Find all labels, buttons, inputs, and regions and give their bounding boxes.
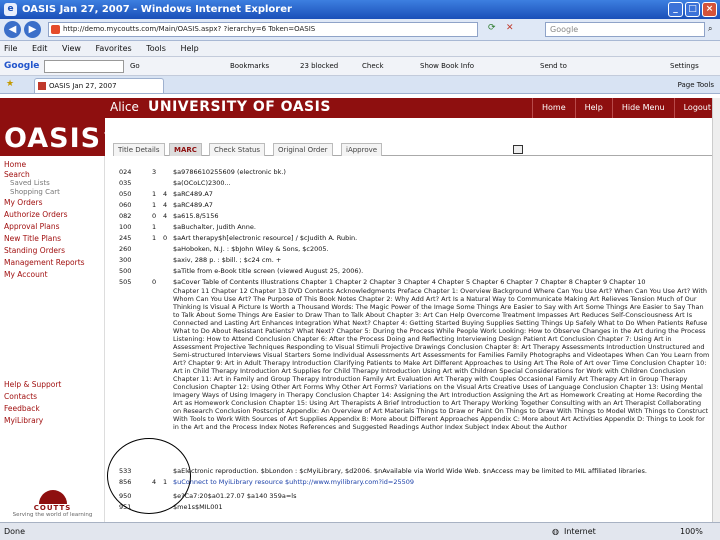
menu-file[interactable]: File <box>4 44 17 53</box>
tab-marc[interactable]: MARC <box>169 143 202 156</box>
sidebar: Home Search Saved Lists Shopping Cart My… <box>0 156 105 522</box>
sidebar-item-my-orders[interactable]: My Orders <box>4 198 43 207</box>
ie-icon: e <box>4 3 17 16</box>
tab-title-details[interactable]: Title Details <box>113 143 165 156</box>
back-arrow-icon[interactable]: ◀ <box>4 21 21 38</box>
search-icon[interactable]: ⌕ <box>708 24 712 34</box>
site-title: UNIVERSITY OF OASIS <box>148 99 331 115</box>
send-to-button[interactable]: Send to <box>540 57 567 75</box>
oasis-logo: OASIS TM <box>0 118 115 156</box>
tab-check-status[interactable]: Check Status <box>209 143 266 156</box>
address-bar: ◀ ▶ http://demo.mycoutts.com/Main/OASIS.… <box>0 19 720 41</box>
google-logo: Google <box>4 61 40 71</box>
vertical-scrollbar[interactable] <box>712 98 720 522</box>
search-input[interactable]: Google <box>545 22 705 37</box>
window-controls: _ □ × <box>668 2 717 17</box>
bookmarks-button[interactable]: Bookmarks <box>230 57 269 75</box>
google-toolbar: Google Go Bookmarks 23 blocked Check Sho… <box>0 57 720 76</box>
forward-arrow-icon[interactable]: ▶ <box>24 21 41 38</box>
favorites-star-icon[interactable]: ★ <box>6 79 14 89</box>
sidebar-item-search[interactable]: Search <box>4 170 30 179</box>
contents-note: Chapter 11 Chapter 12 Chapter 13 DVD Con… <box>173 287 710 431</box>
menu-help[interactable]: Help <box>180 44 198 53</box>
header-hide-menu-link[interactable]: Hide Menu <box>611 98 674 118</box>
tab-iapprove[interactable]: iApprove <box>341 143 383 156</box>
sidebar-contacts-link[interactable]: Contacts <box>4 392 37 401</box>
status-text: Done <box>4 527 26 536</box>
maximize-icon[interactable]: □ <box>685 2 700 17</box>
page-tools-menu[interactable]: Page Tools <box>678 79 714 91</box>
sidebar-item-home[interactable]: Home <box>4 160 26 169</box>
sidebar-feedback-link[interactable]: Feedback <box>4 404 40 413</box>
status-bar: Done ◍ Internet 100% <box>0 522 720 540</box>
zone-label: Internet <box>564 527 596 536</box>
header-help-link[interactable]: Help <box>574 98 612 118</box>
tab-original-order[interactable]: Original Order <box>273 143 333 156</box>
menu-tools[interactable]: Tools <box>146 44 166 53</box>
url-field[interactable]: http://demo.mycoutts.com/Main/OASIS.aspx… <box>48 22 478 37</box>
sidebar-item-approval-plans[interactable]: Approval Plans <box>4 222 60 231</box>
site-header: Alice UNIVERSITY OF OASIS Home Help Hide… <box>0 98 720 118</box>
coutts-logo: COUTTS Serving the world of learning <box>0 490 105 522</box>
user-name: Alice <box>110 100 139 114</box>
menu-view[interactable]: View <box>62 44 81 53</box>
sidebar-item-new-title-plans[interactable]: New Title Plans <box>4 234 61 243</box>
sidebar-item-saved-lists[interactable]: Saved Lists <box>10 179 50 187</box>
window-title: OASIS Jan 27, 2007 - Windows Internet Ex… <box>22 4 292 15</box>
settings-button[interactable]: Settings <box>670 57 699 75</box>
sidebar-item-my-account[interactable]: My Account <box>4 270 48 279</box>
highlight-circle <box>107 438 191 514</box>
browser-tab[interactable]: OASIS Jan 27, 2007 <box>34 78 164 93</box>
menu-edit[interactable]: Edit <box>32 44 48 53</box>
zoom-level[interactable]: 100% <box>680 523 703 540</box>
coutts-tagline: Serving the world of learning <box>12 512 93 518</box>
sidebar-item-standing-orders[interactable]: Standing Orders <box>4 246 65 255</box>
google-go-button[interactable]: Go <box>130 57 140 75</box>
menu-bar: File Edit View Favorites Tools Help <box>0 41 720 57</box>
coutts-mark-icon <box>38 490 67 504</box>
minimize-icon[interactable]: _ <box>668 2 683 17</box>
print-icon[interactable] <box>513 145 523 154</box>
close-icon[interactable]: × <box>702 2 717 17</box>
sidebar-item-shopping-cart[interactable]: Shopping Cart <box>10 188 60 196</box>
globe-icon: ◍ <box>552 527 559 536</box>
sidebar-myilibrary-link[interactable]: MyiLibrary <box>4 416 43 425</box>
browser-tab-bar: ★ OASIS Jan 27, 2007 Page Tools <box>0 76 720 94</box>
coutts-name: COUTTS <box>33 504 72 512</box>
browser-title-bar: e OASIS Jan 27, 2007 - Windows Internet … <box>0 0 720 19</box>
sidebar-help-support-link[interactable]: Help & Support <box>4 380 61 389</box>
header-home-link[interactable]: Home <box>531 98 575 118</box>
tab-label: OASIS Jan 27, 2007 <box>49 82 117 90</box>
url-text: http://demo.mycoutts.com/Main/OASIS.aspx… <box>63 25 316 33</box>
sidebar-item-management-reports[interactable]: Management Reports <box>4 258 85 267</box>
menu-favorites[interactable]: Favorites <box>96 44 132 53</box>
book-info-button[interactable]: Show Book Info <box>420 57 474 75</box>
popup-blocked-button[interactable]: 23 blocked <box>300 57 338 75</box>
page-icon <box>51 25 60 34</box>
stop-icon[interactable]: ✕ <box>506 23 514 33</box>
header-nav: Home Help Hide Menu Logout <box>531 98 720 118</box>
content-tabs: Title Details MARC Check Status Original… <box>113 143 713 156</box>
oasis-tab-icon <box>38 82 46 90</box>
sidebar-item-authorize-orders[interactable]: Authorize Orders <box>4 210 68 219</box>
check-button[interactable]: Check <box>362 57 384 75</box>
google-search-input[interactable] <box>44 60 124 73</box>
refresh-icon[interactable]: ⟳ <box>488 23 496 33</box>
